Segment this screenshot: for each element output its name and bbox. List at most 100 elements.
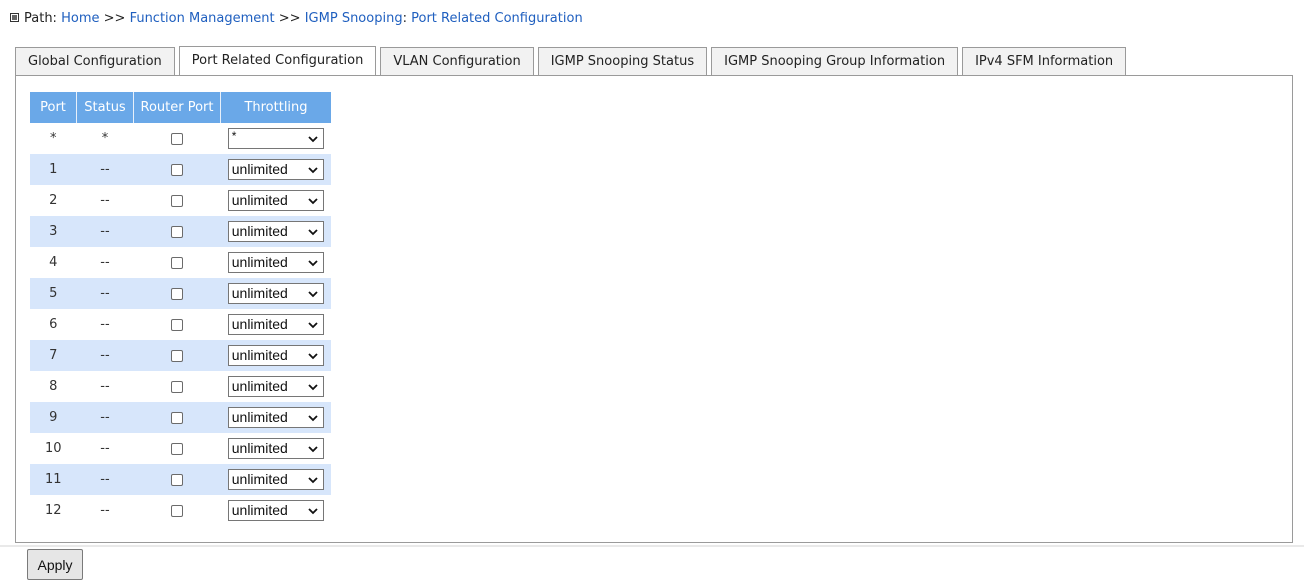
port-config-table: Port Status Router Port Throttling * * * 1 -…: [30, 92, 331, 526]
status-cell: --: [76, 433, 134, 464]
throttling-select[interactable]: unlimited: [227, 314, 324, 335]
tab-igmp-snooping-status[interactable]: IGMP Snooping Status: [537, 47, 708, 75]
throttling-cell: unlimited: [220, 495, 331, 526]
status-cell: --: [76, 185, 134, 216]
status-cell: --: [76, 309, 134, 340]
breadcrumb-home-link[interactable]: Home: [61, 11, 99, 26]
router-port-cell: [133, 278, 221, 309]
breadcrumb-separator: >>: [278, 11, 301, 26]
throttling-select[interactable]: unlimited: [227, 345, 324, 366]
table-row: 8 -- unlimited: [30, 371, 331, 402]
router-port-checkbox[interactable]: [171, 349, 183, 362]
port-value: 9: [49, 410, 58, 425]
throttling-cell: unlimited: [220, 216, 331, 247]
throttling-select[interactable]: unlimited: [227, 407, 324, 428]
throttling-cell: unlimited: [220, 402, 331, 433]
path-label: Path:: [24, 11, 57, 26]
router-port-checkbox[interactable]: [171, 194, 183, 207]
throttling-select[interactable]: unlimited: [227, 500, 324, 521]
tab-global-configuration[interactable]: Global Configuration: [15, 47, 175, 75]
router-port-cell: [133, 123, 221, 154]
chevron-down-icon: [308, 415, 318, 422]
router-port-cell: [133, 340, 221, 371]
tab-vlan-configuration[interactable]: VLAN Configuration: [380, 47, 534, 75]
throttling-select[interactable]: unlimited: [227, 283, 324, 304]
header-port: Port: [30, 92, 77, 123]
status-value: --: [100, 410, 110, 425]
router-port-checkbox[interactable]: [171, 256, 183, 269]
tab-content-panel: Port Status Router Port Throttling * * * 1 -…: [15, 75, 1293, 543]
port-cell: 2: [30, 185, 77, 216]
router-port-cell: [133, 371, 221, 402]
router-port-checkbox[interactable]: [171, 473, 183, 486]
throttling-select[interactable]: unlimited: [227, 376, 324, 397]
status-value: --: [100, 255, 110, 270]
port-value: 6: [49, 317, 58, 332]
router-port-cell: [133, 464, 221, 495]
router-port-checkbox[interactable]: [171, 411, 183, 424]
chevron-down-icon: [308, 446, 318, 453]
tab-port-related-configuration[interactable]: Port Related Configuration: [178, 46, 377, 76]
throttling-cell: unlimited: [220, 278, 331, 309]
status-value: --: [100, 441, 110, 456]
status-value: *: [101, 131, 109, 146]
router-port-checkbox[interactable]: [171, 504, 183, 517]
breadcrumb-function-management-link[interactable]: Function Management: [130, 11, 275, 26]
port-cell: 4: [30, 247, 77, 278]
table-row: 3 -- unlimited: [30, 216, 331, 247]
throttling-select[interactable]: unlimited: [227, 438, 324, 459]
router-port-checkbox[interactable]: [171, 318, 183, 331]
status-cell: --: [76, 154, 134, 185]
port-cell: 8: [30, 371, 77, 402]
table-row: 5 -- unlimited: [30, 278, 331, 309]
throttling-select[interactable]: unlimited: [227, 190, 324, 211]
chevron-down-icon: [308, 229, 318, 236]
throttling-cell: unlimited: [220, 340, 331, 371]
port-cell: 12: [30, 495, 77, 526]
router-port-cell: [133, 495, 221, 526]
status-cell: --: [76, 216, 134, 247]
chevron-down-icon: [308, 167, 318, 174]
throttling-value: unlimited: [231, 502, 288, 518]
throttling-cell: unlimited: [220, 185, 331, 216]
table-row: 4 -- unlimited: [30, 247, 331, 278]
throttling-select[interactable]: unlimited: [227, 252, 324, 273]
router-port-checkbox[interactable]: [171, 132, 183, 145]
status-value: --: [100, 224, 110, 239]
router-port-cell: [133, 309, 221, 340]
tab-igmp-snooping-group-information[interactable]: IGMP Snooping Group Information: [711, 47, 959, 75]
throttling-value: unlimited: [231, 223, 288, 239]
throttling-select[interactable]: unlimited: [227, 469, 324, 490]
throttling-select[interactable]: unlimited: [227, 221, 324, 242]
status-cell: *: [76, 123, 134, 154]
breadcrumb-igmp-snooping-link[interactable]: IGMP Snooping: [305, 11, 403, 26]
status-value: --: [100, 193, 110, 208]
router-port-checkbox[interactable]: [171, 225, 183, 238]
throttling-cell: unlimited: [220, 464, 331, 495]
breadcrumb-current-page[interactable]: Port Related Configuration: [411, 11, 583, 26]
status-cell: --: [76, 247, 134, 278]
throttling-select[interactable]: unlimited: [227, 159, 324, 180]
port-cell: 7: [30, 340, 77, 371]
router-port-checkbox[interactable]: [171, 287, 183, 300]
port-value: 1: [49, 162, 58, 177]
throttling-select[interactable]: *: [227, 128, 324, 149]
router-port-checkbox[interactable]: [171, 163, 183, 176]
port-cell: 3: [30, 216, 77, 247]
throttling-cell: unlimited: [220, 247, 331, 278]
table-row: 6 -- unlimited: [30, 309, 331, 340]
chevron-down-icon: [308, 353, 318, 360]
tab-ipv4-sfm-information[interactable]: IPv4 SFM Information: [962, 47, 1127, 75]
router-port-cell: [133, 185, 221, 216]
router-port-checkbox[interactable]: [171, 442, 183, 455]
horizontal-scrollbar[interactable]: [0, 545, 1304, 547]
apply-button[interactable]: Apply: [27, 549, 83, 580]
chevron-down-icon: [308, 322, 318, 329]
port-cell: 11: [30, 464, 77, 495]
breadcrumb-separator: >>: [103, 11, 126, 26]
breadcrumb: Path: Home >> Function Management >> IGM…: [10, 8, 583, 30]
router-port-checkbox[interactable]: [171, 380, 183, 393]
port-value: 7: [49, 348, 58, 363]
table-row: * * *: [30, 123, 331, 154]
header-status: Status: [76, 92, 134, 123]
